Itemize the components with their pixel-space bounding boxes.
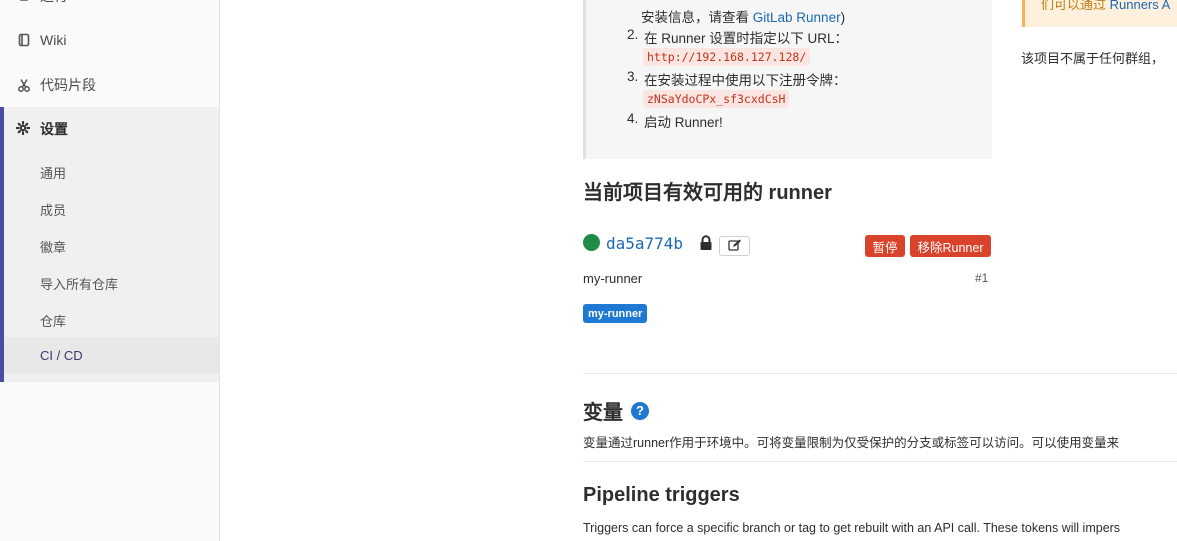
runner-status-icon <box>583 234 600 251</box>
active-item-highlight <box>4 337 219 374</box>
sidebar-item-label: 代码片段 <box>40 77 96 93</box>
gear-icon <box>16 121 32 137</box>
sidebar-subitem-repository[interactable]: 仓库 <box>40 311 66 330</box>
runner-number: #1 <box>975 271 989 285</box>
pipeline-triggers-heading: Pipeline triggers <box>583 484 740 506</box>
group-runners-text: 该项目不属于任何群组， <box>1021 51 1165 66</box>
sidebar-settings-section: 设置 通用 成员 徽章 导入所有仓库 仓库 CI / CD <box>0 107 219 382</box>
question-circle-icon[interactable]: ? <box>631 401 649 420</box>
sidebar-item-settings[interactable]: 设置 <box>16 119 68 139</box>
sidebar-subitem-ci-cd[interactable]: CI / CD <box>40 348 83 363</box>
step-number: 2. <box>627 27 639 42</box>
runner-url-code: http://192.168.127.128/ <box>643 48 811 66</box>
section-divider <box>583 461 1177 462</box>
variables-heading: 变量 ? <box>583 396 649 425</box>
pipeline-triggers-description: Triggers can force a specific branch or … <box>583 521 1121 535</box>
runner-setup-instructions: 安装信息，请查看 GitLab Runner) 2. 在 Runner 设置时指… <box>583 0 992 159</box>
install-info-line: 安装信息，请查看 GitLab Runner) <box>641 10 846 25</box>
section-divider <box>583 373 1177 374</box>
edit-runner-button[interactable] <box>719 236 750 256</box>
runners-admin-link[interactable]: Runners A <box>1110 0 1171 12</box>
step-number: 4. <box>627 111 639 126</box>
runner-tag-badge: my-runner <box>583 304 648 323</box>
sidebar-item-snippets[interactable]: 代码片段 <box>0 63 219 107</box>
step-number: 3. <box>627 69 639 84</box>
pencil-square-icon <box>727 238 742 254</box>
step-url-text: 在 Runner 设置时指定以下 URL： <box>644 31 849 46</box>
runner-id-link[interactable]: da5a774b <box>606 234 683 253</box>
pause-runner-button[interactable]: 暂停 <box>865 235 905 257</box>
sidebar-subitem-general[interactable]: 通用 <box>40 163 66 182</box>
variables-description: 变量通过runner作用于环境中。可将变量限制为仅受保护的分支或标签可以访问。可… <box>583 436 1120 450</box>
runner-description: my-runner <box>583 271 643 286</box>
sidebar-subitem-badges[interactable]: 徽章 <box>40 237 66 256</box>
sidebar-item-operations[interactable]: 运行 <box>0 0 219 18</box>
active-runners-heading: 当前项目有效可用的 runner <box>583 182 832 204</box>
scissors-icon <box>16 77 32 93</box>
step-token-text: 在安装过程中使用以下注册令牌： <box>644 73 847 88</box>
lock-icon <box>699 235 713 254</box>
sidebar-item-label: 运行 <box>40 0 68 6</box>
sidebar-item-label: Wiki <box>40 32 67 48</box>
sidebar-subitem-members[interactable]: 成员 <box>40 200 66 219</box>
sidebar-item-wiki[interactable]: Wiki <box>0 18 219 62</box>
gitlab-runner-link[interactable]: GitLab Runner <box>753 10 841 25</box>
shared-runners-notice: 们可以通过 Runners A <box>1022 0 1177 27</box>
sidebar-item-label: 设置 <box>40 121 68 137</box>
step-start-text: 启动 Runner! <box>644 115 723 130</box>
book-icon <box>16 32 32 48</box>
sidebar: 运行 Wiki 代码片段 设置 通用 成员 徽章 导入所有仓库 仓库 CI / … <box>0 0 220 541</box>
remove-runner-button[interactable]: 移除Runner <box>910 235 991 257</box>
rocket-icon <box>16 0 32 4</box>
registration-token-code: zNSaYdoCPx_sf3cxdCsH <box>643 90 790 108</box>
sidebar-subitem-import-repos[interactable]: 导入所有仓库 <box>40 274 118 293</box>
